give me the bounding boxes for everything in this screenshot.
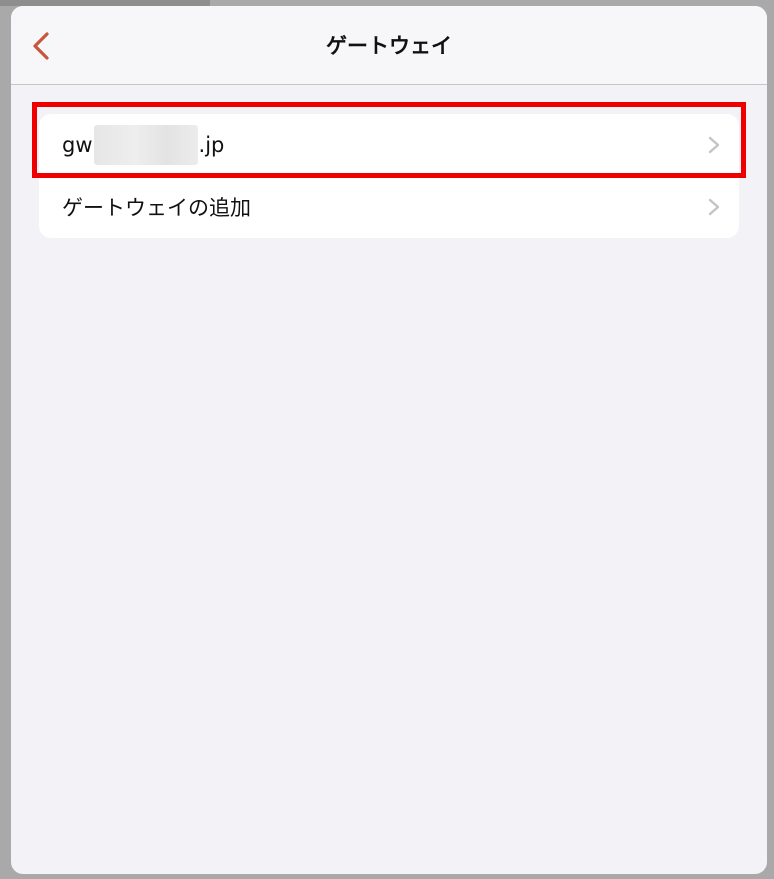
add-gateway-item[interactable]: ゲートウェイの追加 — [39, 176, 739, 238]
chevron-right-icon — [708, 198, 720, 216]
modal-sheet: ゲートウェイ gw .jp ゲートウェイの追加 — [11, 6, 767, 874]
add-gateway-label: ゲートウェイの追加 — [62, 196, 251, 220]
page-title: ゲートウェイ — [326, 34, 452, 58]
redacted-text — [93, 125, 198, 165]
gateway-address-suffix: .jp — [198, 133, 225, 157]
navigation-bar: ゲートウェイ — [11, 6, 767, 85]
gateway-list: gw .jp ゲートウェイの追加 — [39, 114, 739, 238]
chevron-right-icon — [708, 136, 720, 154]
backdrop-edge — [0, 10, 11, 70]
gateway-address: gw .jp — [62, 125, 224, 165]
gateway-address-prefix: gw — [62, 133, 93, 157]
gateway-item[interactable]: gw .jp — [39, 114, 739, 176]
